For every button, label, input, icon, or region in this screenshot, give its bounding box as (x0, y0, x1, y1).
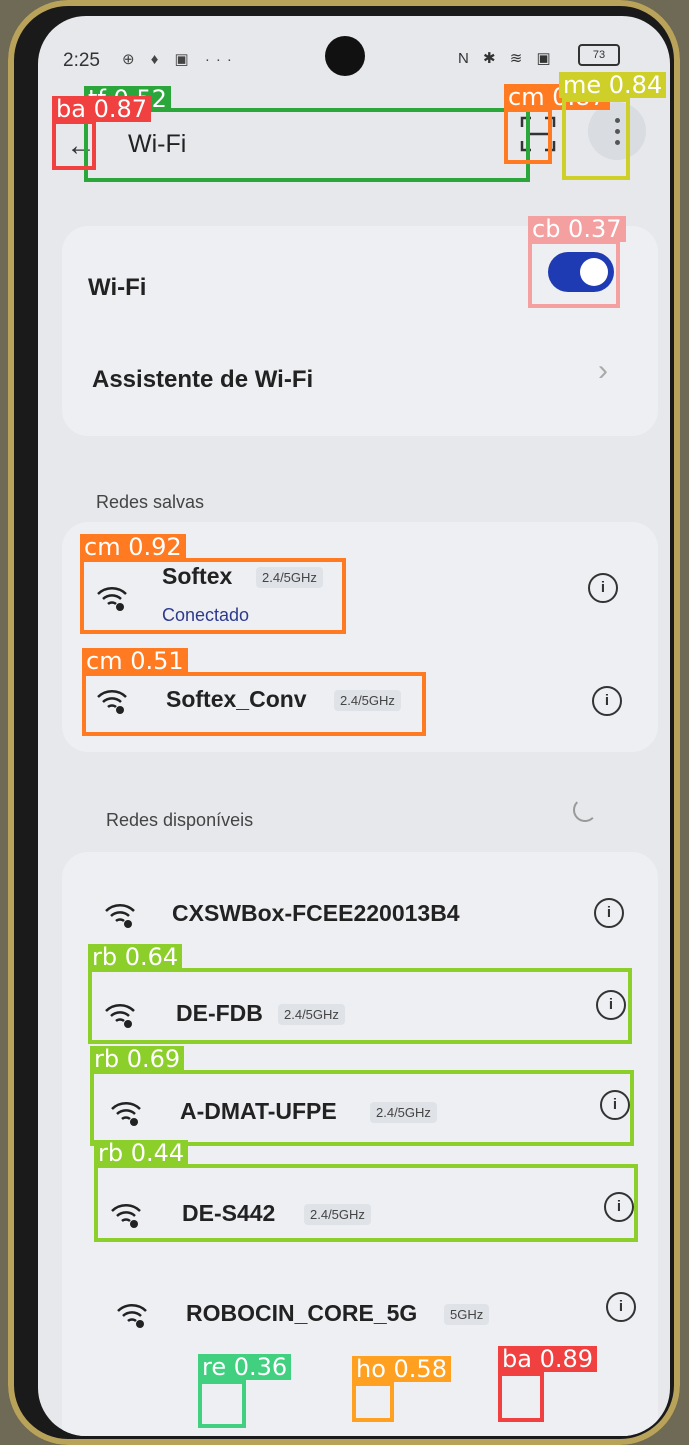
wifi-lock-icon (117, 1304, 147, 1328)
home-button[interactable] (360, 1378, 404, 1422)
available-network[interactable]: ROBOCIN_CORE_5G 5GHz i (98, 1286, 654, 1342)
front-camera (325, 36, 365, 76)
wifi-label: Wi-Fi (88, 274, 147, 301)
status-right-icons: N ✱ ≋ ▣ (458, 50, 556, 67)
band-badge: 2.4/5GHz (304, 1204, 371, 1225)
network-name: DE-FDB (176, 1000, 263, 1026)
scan-button[interactable] (518, 114, 558, 154)
status-left-icons: ⊕ ♦ ▣ ··· (122, 51, 238, 68)
wifi-lock-icon (111, 1204, 141, 1228)
band-badge: 2.4/5GHz (256, 567, 323, 588)
chevron-right-icon: › (598, 354, 608, 387)
band-badge: 2.4/5GHz (278, 1004, 345, 1025)
status-time: 2:25 (63, 50, 100, 71)
toggle-knob (580, 258, 608, 286)
more-options-button[interactable] (588, 102, 646, 160)
back-nav-button[interactable] (508, 1374, 552, 1418)
network-name: A-DMAT-UFPE (180, 1098, 337, 1124)
available-network[interactable]: DE-FDB 2.4/5GHz i (98, 986, 654, 1042)
wifi-lock-icon (105, 904, 135, 928)
saved-network-softex[interactable]: Softex 2.4/5GHz Conectado i (88, 561, 648, 641)
network-name: Softex_Conv (166, 686, 307, 712)
band-badge: 5GHz (444, 1304, 490, 1325)
info-icon[interactable]: i (600, 1090, 630, 1120)
wifi-lock-icon (97, 587, 127, 611)
info-icon[interactable]: i (596, 990, 626, 1020)
info-icon[interactable]: i (606, 1292, 636, 1322)
page-title: Wi-Fi (128, 130, 187, 158)
band-badge: 2.4/5GHz (370, 1102, 437, 1123)
available-networks-heading: Redes disponíveis (106, 810, 254, 830)
phone-frame: 2:25 ⊕ ♦ ▣ ··· N ✱ ≋ ▣ 73 ← Wi-Fi Wi-Fi … (8, 0, 680, 1445)
recents-button[interactable] (208, 1378, 252, 1422)
connection-status: Conectado (162, 605, 250, 625)
wifi-lock-icon (97, 690, 127, 714)
wifi-lock-icon (105, 1004, 135, 1028)
band-badge: 2.4/5GHz (334, 690, 401, 711)
available-network[interactable]: A-DMAT-UFPE 2.4/5GHz i (98, 1084, 654, 1140)
network-name: Softex (162, 563, 233, 589)
wifi-toggle[interactable] (548, 252, 614, 292)
wifi-lock-icon (111, 1102, 141, 1126)
info-icon[interactable]: i (588, 573, 618, 603)
network-name: ROBOCIN_CORE_5G (186, 1300, 418, 1326)
screen: 2:25 ⊕ ♦ ▣ ··· N ✱ ≋ ▣ 73 ← Wi-Fi Wi-Fi … (38, 16, 670, 1436)
network-name: CXSWBox-FCEE220013B4 (172, 900, 460, 926)
battery-icon: 73 (578, 44, 620, 66)
available-network[interactable]: DE-S442 2.4/5GHz i (98, 1186, 654, 1242)
arrow-left-icon: ← (66, 129, 96, 162)
loading-spinner-icon (573, 798, 597, 822)
assistant-row[interactable]: Assistente de Wi-Fi (92, 366, 313, 394)
qr-scan-icon (520, 116, 556, 152)
network-name: DE-S442 (182, 1200, 276, 1226)
saved-network-softex-conv[interactable]: Softex_Conv 2.4/5GHz i (88, 676, 648, 726)
info-icon[interactable]: i (594, 898, 624, 928)
info-icon[interactable]: i (592, 686, 622, 716)
back-button[interactable]: ← (66, 129, 96, 163)
info-icon[interactable]: i (604, 1192, 634, 1222)
available-network[interactable]: CXSWBox-FCEE220013B4 i (98, 886, 654, 942)
saved-networks-heading: Redes salvas (96, 492, 205, 512)
